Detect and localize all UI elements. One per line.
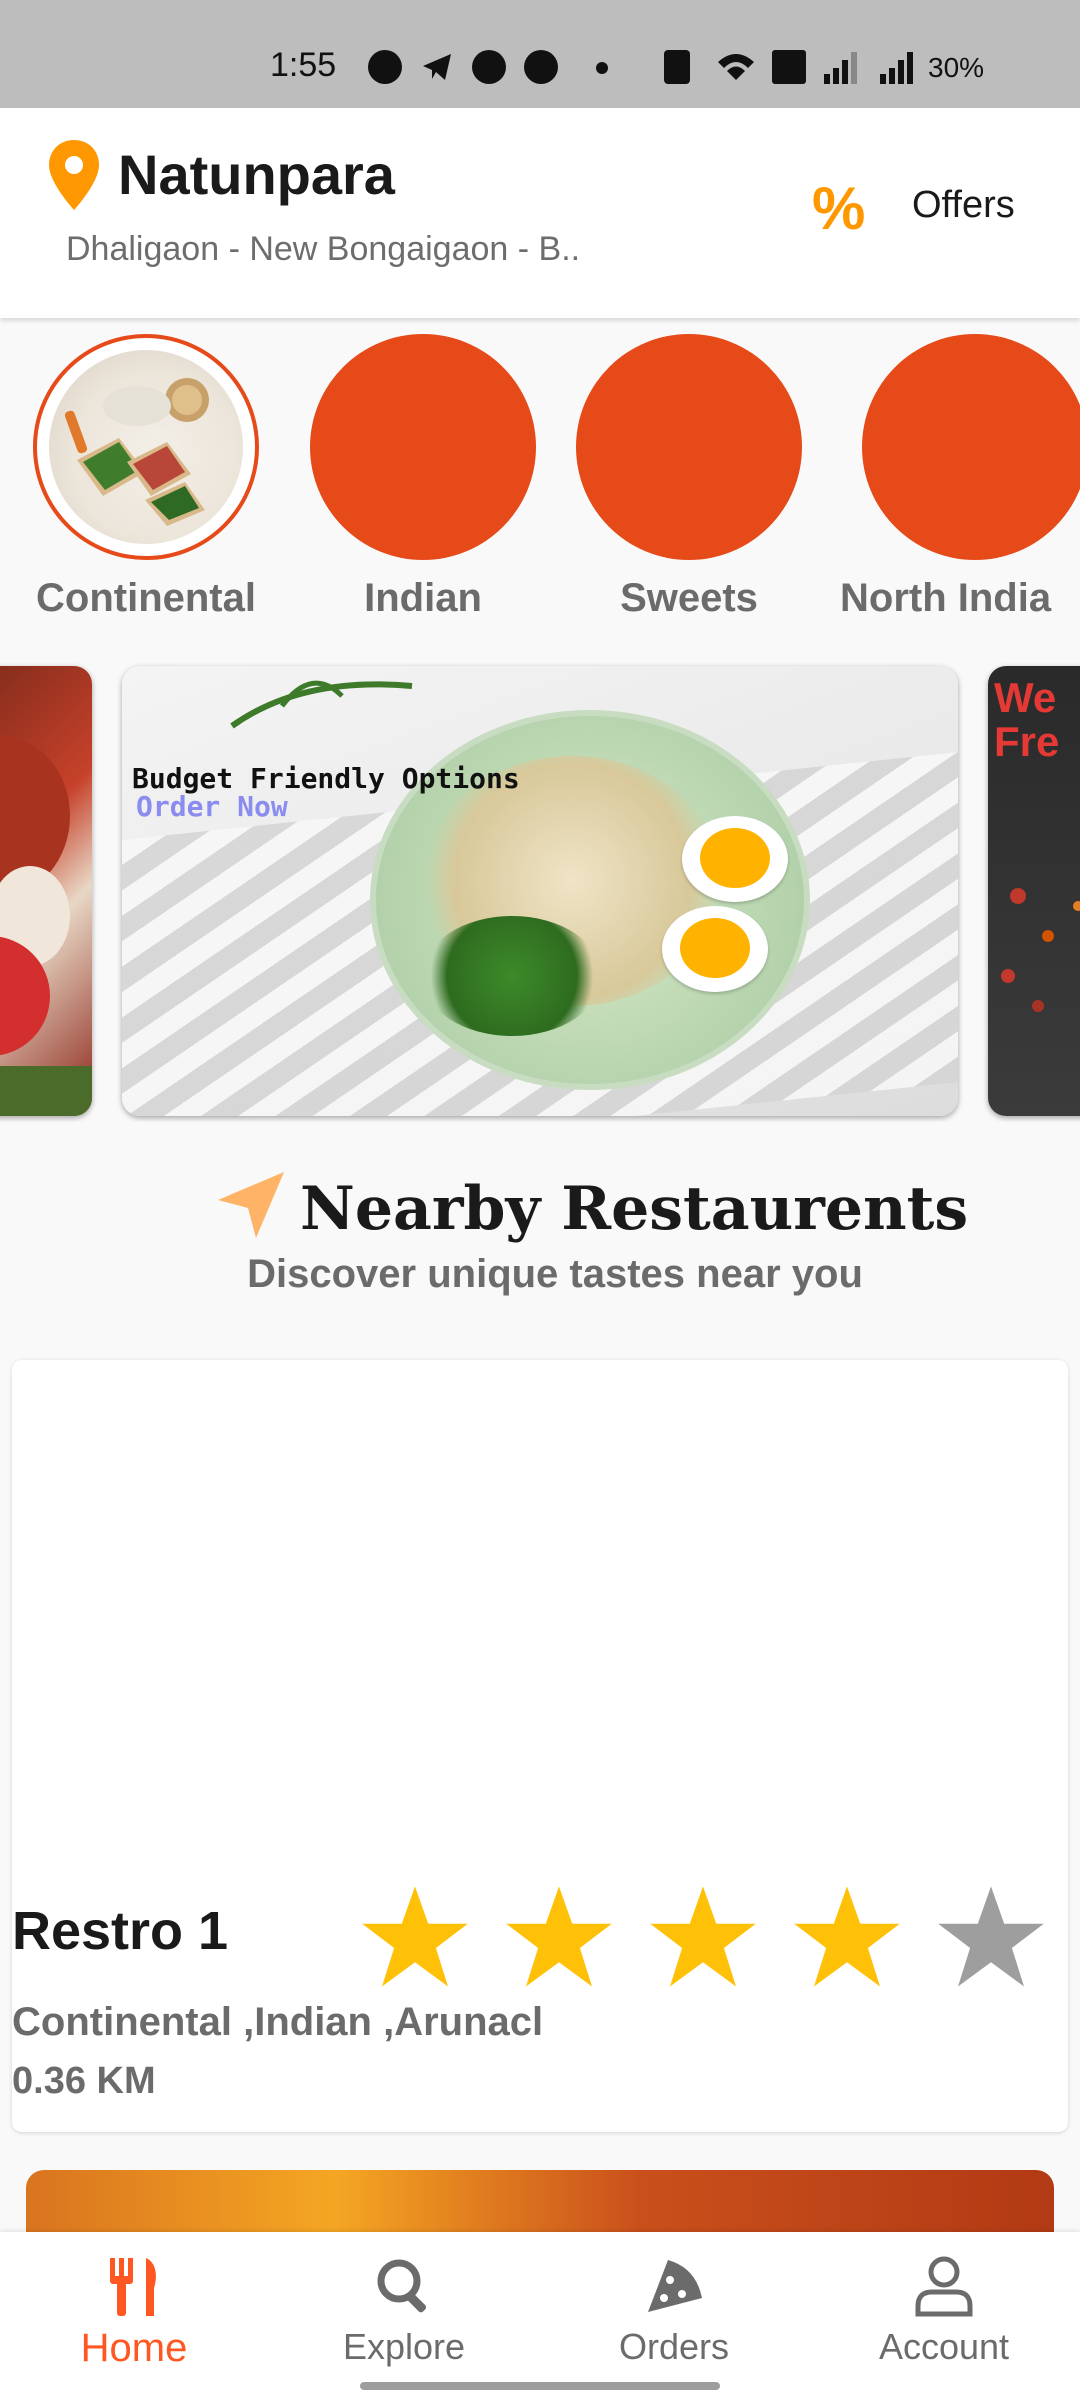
rating-stars bbox=[360, 1882, 1060, 1992]
search-icon bbox=[377, 2259, 427, 2313]
banner-next-text: We Fre bbox=[994, 674, 1060, 765]
navigation-arrow-icon bbox=[218, 1172, 284, 1238]
category-label: North India bbox=[840, 576, 1052, 620]
nearby-section-header: Nearby Restaurents Discover unique taste… bbox=[0, 1160, 1080, 1320]
whatsapp-icon bbox=[368, 50, 402, 84]
banner-order-now[interactable]: Order Now bbox=[136, 790, 288, 823]
egg-image bbox=[662, 906, 768, 992]
signal-icon-2 bbox=[878, 50, 913, 84]
nav-label: Explore bbox=[342, 2326, 466, 2367]
section-subtitle: Discover unique tastes near you bbox=[247, 1252, 863, 1296]
person-icon bbox=[915, 2256, 973, 2317]
status-bar: 1:55 30% bbox=[0, 0, 1080, 108]
promo-banner-next[interactable]: We Fre bbox=[988, 666, 1080, 1116]
restaurant-name: Restro 1 bbox=[12, 1901, 229, 1961]
jio-icon bbox=[472, 50, 506, 84]
battery-text: 30% bbox=[928, 52, 985, 83]
category-label: Indian bbox=[364, 576, 482, 620]
star-icon-empty bbox=[938, 1886, 1044, 1987]
star-icon-filled bbox=[794, 1886, 900, 1987]
star-icon-filled bbox=[506, 1886, 612, 1987]
telegram-icon bbox=[420, 50, 454, 84]
nav-explore[interactable]: Explore bbox=[304, 2254, 504, 2368]
restaurant-card[interactable]: Restro 1 Continental ,Indian ,Arunacl 0.… bbox=[12, 1360, 1068, 2132]
vibrate-icon bbox=[664, 50, 690, 84]
nav-orders[interactable]: Orders bbox=[574, 2254, 774, 2368]
nav-label: Home bbox=[80, 2326, 188, 2370]
signal-icon bbox=[822, 50, 857, 84]
star-icon-filled bbox=[362, 1886, 468, 1987]
section-title: Nearby Restaurents bbox=[300, 1174, 969, 1244]
category-label: Continental bbox=[36, 576, 256, 620]
egg-image bbox=[682, 816, 788, 902]
sandwich-plate-image bbox=[49, 350, 243, 544]
location-header: Natunpara Dhaligaon - New Bongaigaon - B… bbox=[0, 108, 1080, 318]
category-image[interactable] bbox=[33, 334, 259, 560]
home-indicator[interactable] bbox=[360, 2382, 720, 2390]
phone-icon bbox=[524, 50, 558, 84]
offers-percent-icon[interactable]: % bbox=[812, 174, 865, 243]
status-time: 1:55 bbox=[270, 46, 337, 84]
category-item-continental[interactable]: Continental bbox=[14, 334, 278, 621]
category-image[interactable] bbox=[310, 334, 536, 560]
offers-link[interactable]: Offers bbox=[912, 184, 1015, 227]
restaurant-distance: 0.36 KM bbox=[12, 2060, 156, 2102]
category-label: Sweets bbox=[620, 576, 758, 620]
volte-icon bbox=[772, 50, 806, 84]
restaurant-cuisines: Continental ,Indian ,Arunacl bbox=[12, 2000, 544, 2044]
category-item-indian[interactable]: Indian bbox=[310, 334, 536, 621]
fork-knife-icon bbox=[110, 2258, 156, 2316]
nav-label: Orders bbox=[618, 2326, 730, 2367]
nav-account[interactable]: Account bbox=[844, 2254, 1044, 2368]
promo-carousel[interactable]: Budget Friendly Options Order Now We Fre bbox=[0, 662, 1080, 1122]
wifi-icon bbox=[716, 50, 754, 84]
nav-label: Account bbox=[878, 2326, 1010, 2367]
category-strip: Continental Indian Sweets North India bbox=[0, 318, 1080, 648]
category-image[interactable] bbox=[576, 334, 802, 560]
location-pin-icon[interactable] bbox=[46, 138, 102, 212]
pizza-icon bbox=[648, 2260, 702, 2312]
dot-icon bbox=[596, 62, 608, 74]
nav-home[interactable]: Home bbox=[34, 2254, 234, 2371]
location-title[interactable]: Natunpara bbox=[118, 142, 395, 207]
bottom-navigation: Home Explore Orders Account bbox=[0, 2232, 1080, 2400]
category-image[interactable] bbox=[862, 334, 1080, 560]
star-icon-filled bbox=[650, 1886, 756, 1987]
promo-banner-budget[interactable]: Budget Friendly Options Order Now bbox=[122, 666, 958, 1116]
promo-banner-previous[interactable] bbox=[0, 666, 92, 1116]
location-subtitle[interactable]: Dhaligaon - New Bongaigaon - B.. bbox=[66, 230, 626, 269]
category-item-sweets[interactable]: Sweets bbox=[576, 334, 802, 621]
category-item-north-india[interactable]: North India bbox=[838, 334, 1080, 621]
